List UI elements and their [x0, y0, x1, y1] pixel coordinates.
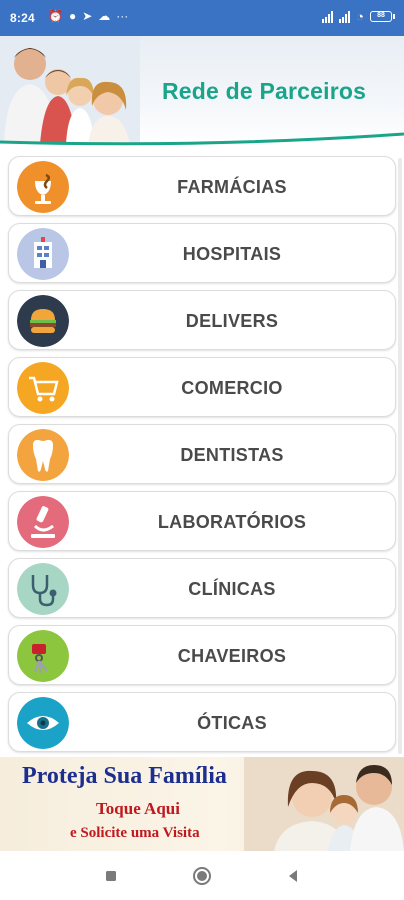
category-item-oticas[interactable]: ÓTICAS	[8, 692, 396, 752]
battery-icon: 88	[370, 11, 395, 22]
category-label: ÓTICAS	[197, 713, 267, 733]
chat-icon: ●	[68, 9, 77, 23]
system-nav-bar	[0, 851, 404, 900]
home-button[interactable]	[191, 865, 213, 887]
family-photo	[244, 757, 404, 851]
category-label: COMERCIO	[181, 378, 283, 398]
header-divider	[0, 132, 404, 148]
category-item-laboratorios[interactable]: LABORATÓRIOS	[8, 491, 396, 551]
category-label: HOSPITAIS	[182, 244, 282, 264]
ad-title: Proteja Sua Família	[22, 763, 227, 789]
ad-banner[interactable]: Proteja Sua Família Toque Aqui e Solicit…	[0, 757, 404, 851]
category-label: CHAVEIROS	[177, 646, 287, 666]
recent-apps-button[interactable]	[100, 865, 122, 887]
back-button[interactable]	[282, 865, 304, 887]
alarm-icon: ⏰	[48, 9, 63, 23]
category-label: CLÍNICAS	[188, 579, 276, 599]
category-item-chaveiros[interactable]: CHAVEIROS	[8, 625, 396, 685]
keys-icon	[17, 630, 69, 682]
category-label: DELIVERS	[185, 311, 279, 331]
category-item-farmacias[interactable]: FARMÁCIAS	[8, 156, 396, 216]
more-notifications: ···	[116, 9, 129, 23]
notification-icons: ⏰ ● ➤ ☁ ···	[48, 9, 128, 23]
ad-subtitle: Toque Aqui	[96, 799, 180, 818]
status-time: 8:24	[10, 11, 35, 25]
partner-category-list: FARMÁCIAS HOSPITAIS DELIVERS COMERCIO DE…	[8, 156, 396, 759]
stethoscope-icon	[17, 563, 69, 615]
ad-subtitle-2: e Solicite uma Visita	[70, 825, 200, 841]
telegram-icon: ➤	[82, 9, 93, 23]
category-label: FARMÁCIAS	[177, 177, 287, 197]
category-label: LABORATÓRIOS	[157, 512, 307, 532]
list-scrollbar[interactable]	[398, 158, 402, 754]
burger-icon	[17, 295, 69, 347]
pharmacy-icon	[17, 161, 69, 213]
hospital-icon	[17, 228, 69, 280]
eye-icon	[17, 697, 69, 749]
signal-icon-2	[339, 10, 351, 23]
page-title: Rede de Parceiros	[162, 78, 367, 104]
category-label: DENTISTAS	[180, 445, 284, 465]
category-item-dentistas[interactable]: DENTISTAS	[8, 424, 396, 484]
wifi-icon: ◔	[356, 9, 364, 24]
category-item-delivers[interactable]: DELIVERS	[8, 290, 396, 350]
microscope-icon	[17, 496, 69, 548]
status-bar: 8:24 ⏰ ● ➤ ☁ ··· ◔ 88	[0, 0, 404, 36]
cart-icon	[17, 362, 69, 414]
category-item-comercio[interactable]: COMERCIO	[8, 357, 396, 417]
family-photo	[0, 36, 140, 144]
signal-icon	[322, 10, 334, 23]
header-banner: Rede de Parceiros	[0, 36, 404, 148]
category-item-clinicas[interactable]: CLÍNICAS	[8, 558, 396, 618]
cloud-icon: ☁	[98, 9, 111, 23]
category-item-hospitais[interactable]: HOSPITAIS	[8, 223, 396, 283]
system-icons: ◔ 88	[322, 9, 395, 24]
tooth-icon	[17, 429, 69, 481]
